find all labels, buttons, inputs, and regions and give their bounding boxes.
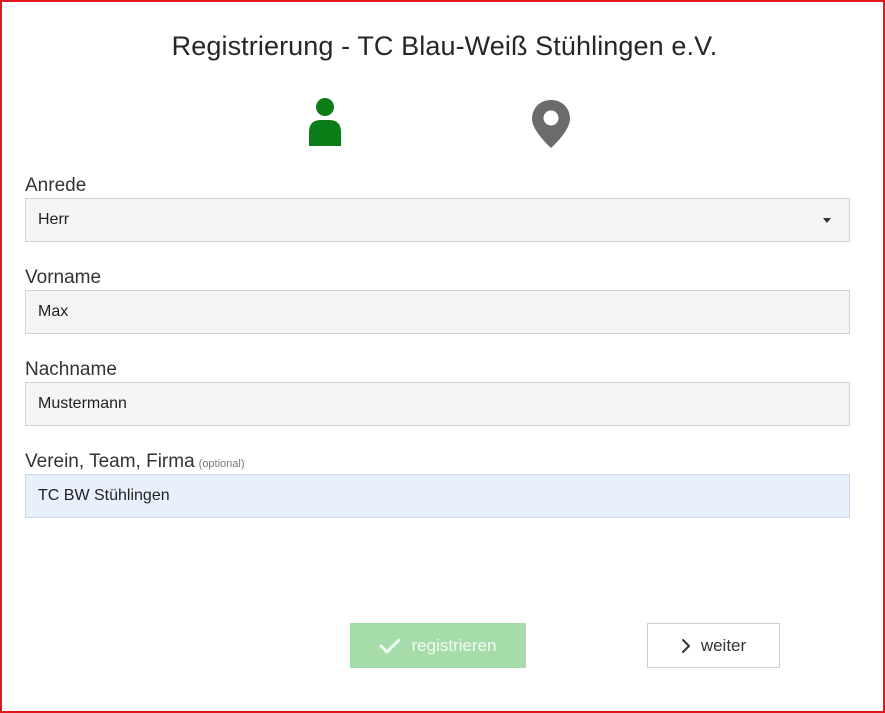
page-title: Registrierung - TC Blau-Weiß Stühlingen …	[171, 31, 718, 61]
nachname-label: Nachname	[25, 359, 117, 380]
checkmark-icon	[379, 638, 401, 653]
vorname-input[interactable]	[25, 290, 850, 334]
map-pin-icon[interactable]	[529, 98, 573, 150]
anrede-select[interactable]: Herr	[25, 198, 850, 242]
registration-panel: Registrierung - TC Blau-Weiß Stühlingen …	[0, 0, 885, 713]
anrede-label: Anrede	[25, 175, 87, 196]
next-button[interactable]: weiter	[647, 623, 780, 668]
chevron-right-icon	[681, 638, 690, 653]
verein-label: Verein, Team, Firma (optional)	[25, 451, 245, 473]
register-button[interactable]: registrieren	[350, 623, 526, 668]
optional-note: (optional)	[198, 458, 245, 470]
verein-label-text: Verein, Team, Firma	[25, 451, 195, 472]
nachname-input[interactable]	[25, 382, 850, 426]
anrede-value: Herr	[38, 211, 70, 228]
vorname-label: Vorname	[25, 267, 102, 288]
person-icon[interactable]	[307, 98, 343, 146]
verein-input[interactable]	[25, 474, 850, 518]
caret-down-icon	[823, 218, 831, 223]
register-button-label: registrieren	[411, 635, 497, 655]
next-button-label: weiter	[700, 635, 747, 655]
